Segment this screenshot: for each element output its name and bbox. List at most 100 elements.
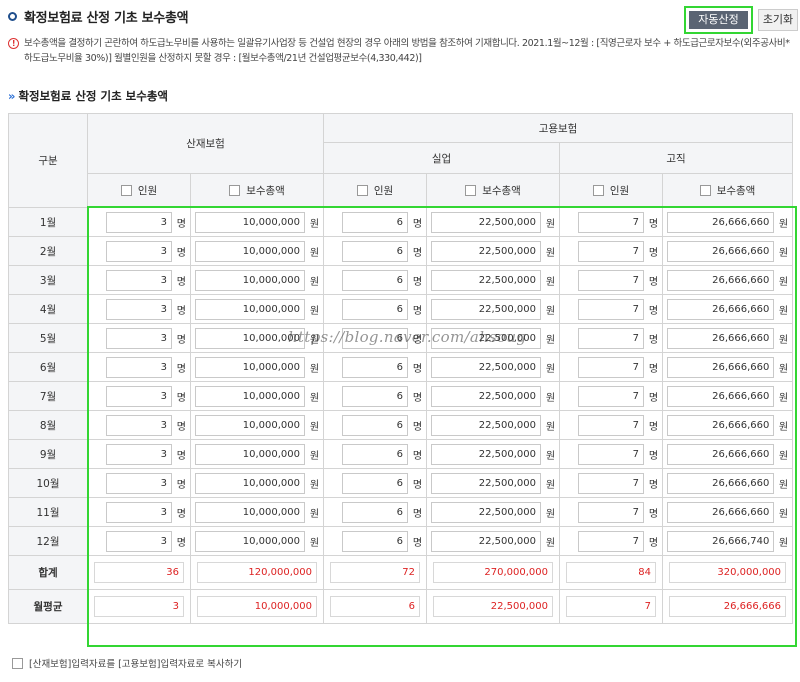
count-input[interactable]: 7 xyxy=(578,269,645,291)
count-input[interactable]: 6 xyxy=(342,211,409,233)
count-input[interactable]: 3 xyxy=(106,356,172,378)
count-input[interactable]: 3 xyxy=(106,211,172,233)
amount-input[interactable]: 22,500,000 xyxy=(431,298,542,320)
checkbox[interactable] xyxy=(229,185,241,196)
amount-input[interactable]: 22,500,000 xyxy=(431,240,542,262)
amount-input[interactable]: 26,666,660 xyxy=(667,472,775,494)
amount-input[interactable]: 10,000,000 xyxy=(195,385,306,407)
total-value: 320,000,000 xyxy=(669,562,787,583)
amount-input[interactable]: 10,000,000 xyxy=(195,327,306,349)
amount-input[interactable]: 10,000,000 xyxy=(195,530,306,552)
average-value: 3 xyxy=(94,596,184,617)
amount-input[interactable]: 22,500,000 xyxy=(431,472,542,494)
unit-label: 명 xyxy=(412,305,423,317)
warning-icon: ! xyxy=(8,38,19,49)
count-input[interactable]: 3 xyxy=(106,501,172,523)
count-input[interactable]: 3 xyxy=(106,443,172,465)
count-input[interactable]: 7 xyxy=(578,501,645,523)
amount-input[interactable]: 26,666,660 xyxy=(667,298,775,320)
checkbox[interactable] xyxy=(699,185,711,196)
count-input[interactable]: 6 xyxy=(342,269,409,291)
header-sj-cnt-checkbox[interactable]: 인원 xyxy=(87,173,191,208)
amount-input[interactable]: 26,666,660 xyxy=(667,414,775,436)
header-gj-cnt-checkbox[interactable]: 인원 xyxy=(559,173,664,208)
count-input[interactable]: 6 xyxy=(342,298,409,320)
amount-input[interactable]: 22,500,000 xyxy=(431,211,542,233)
amount-input[interactable]: 26,666,660 xyxy=(667,443,775,465)
count-input[interactable]: 6 xyxy=(342,356,409,378)
amount-input[interactable]: 22,500,000 xyxy=(431,356,542,378)
count-input[interactable]: 7 xyxy=(578,327,645,349)
count-input[interactable]: 6 xyxy=(342,501,409,523)
amount-input[interactable]: 10,000,000 xyxy=(195,298,306,320)
count-input[interactable]: 6 xyxy=(342,414,409,436)
copy-checkbox[interactable] xyxy=(12,658,23,669)
checkbox[interactable] xyxy=(592,185,604,196)
amount-input[interactable]: 10,000,000 xyxy=(195,414,306,436)
count-input[interactable]: 3 xyxy=(106,472,172,494)
count-input[interactable]: 3 xyxy=(106,530,172,552)
checkbox-label: 보수총액 xyxy=(716,185,756,197)
amount-input[interactable]: 22,500,000 xyxy=(431,414,542,436)
amount-input[interactable]: 26,666,740 xyxy=(667,530,775,552)
amount-input[interactable]: 22,500,000 xyxy=(431,385,542,407)
count-input[interactable]: 3 xyxy=(106,240,172,262)
amount-input[interactable]: 26,666,660 xyxy=(667,327,775,349)
count-input[interactable]: 7 xyxy=(578,530,645,552)
header-su-amt-checkbox[interactable]: 보수총액 xyxy=(426,173,561,208)
amount-input[interactable]: 22,500,000 xyxy=(431,269,542,291)
count-input[interactable]: 7 xyxy=(578,211,645,233)
count-input[interactable]: 7 xyxy=(578,298,645,320)
amount-input[interactable]: 10,000,000 xyxy=(195,472,306,494)
amount-input[interactable]: 22,500,000 xyxy=(431,530,542,552)
header-gj-amt-checkbox[interactable]: 보수총액 xyxy=(662,173,794,208)
count-input[interactable]: 6 xyxy=(342,385,409,407)
count-input[interactable]: 7 xyxy=(578,385,645,407)
checkbox[interactable] xyxy=(120,185,132,196)
header-goyong: 고용보험 xyxy=(323,113,794,143)
unit-label: 원 xyxy=(545,247,556,259)
count-input[interactable]: 3 xyxy=(106,269,172,291)
count-input[interactable]: 7 xyxy=(578,414,645,436)
amount-input[interactable]: 26,666,660 xyxy=(667,501,775,523)
count-input[interactable]: 7 xyxy=(578,443,645,465)
reset-button[interactable]: 초기화 xyxy=(758,9,798,31)
count-input[interactable]: 6 xyxy=(342,443,409,465)
count-input[interactable]: 6 xyxy=(342,240,409,262)
amount-input[interactable]: 22,500,000 xyxy=(431,443,542,465)
amount-input[interactable]: 10,000,000 xyxy=(195,501,306,523)
amount-input[interactable]: 26,666,660 xyxy=(667,356,775,378)
amount-input[interactable]: 22,500,000 xyxy=(431,501,542,523)
amount-input[interactable]: 10,000,000 xyxy=(195,269,306,291)
count-input[interactable]: 7 xyxy=(578,240,645,262)
amount-input[interactable]: 10,000,000 xyxy=(195,443,306,465)
amount-input[interactable]: 10,000,000 xyxy=(195,211,306,233)
header-sj-amt-checkbox[interactable]: 보수총액 xyxy=(189,173,325,208)
count-input[interactable]: 6 xyxy=(342,327,409,349)
auto-calculate-button[interactable]: 자동산정 xyxy=(684,6,753,34)
month-label: 4월 xyxy=(8,294,88,324)
count-input[interactable]: 3 xyxy=(106,385,172,407)
amount-input[interactable]: 26,666,660 xyxy=(667,385,775,407)
table-row: 3월 3 명 10,000,000 원 6 명 22,500,000 원 7 명 26,666,660… xyxy=(8,265,794,295)
checkbox[interactable] xyxy=(465,185,477,196)
amount-input[interactable]: 26,666,660 xyxy=(667,240,775,262)
amount-input[interactable]: 26,666,660 xyxy=(667,211,775,233)
table-cell: 6명 xyxy=(323,410,428,440)
count-input[interactable]: 3 xyxy=(106,298,172,320)
amount-input[interactable]: 22,500,000 xyxy=(431,327,542,349)
checkbox[interactable] xyxy=(356,185,368,196)
count-input[interactable]: 7 xyxy=(578,472,645,494)
table-cell: 7명 xyxy=(559,352,664,382)
unit-label: 원 xyxy=(778,421,789,433)
count-input[interactable]: 6 xyxy=(342,472,409,494)
amount-input[interactable]: 10,000,000 xyxy=(195,356,306,378)
copy-option[interactable]: [산재보험]입력자료를 [고용보험]입력자료로 복사하기 xyxy=(12,656,242,670)
amount-input[interactable]: 26,666,660 xyxy=(667,269,775,291)
count-input[interactable]: 6 xyxy=(342,530,409,552)
count-input[interactable]: 7 xyxy=(578,356,645,378)
count-input[interactable]: 3 xyxy=(106,414,172,436)
count-input[interactable]: 3 xyxy=(106,327,172,349)
amount-input[interactable]: 10,000,000 xyxy=(195,240,306,262)
header-su-cnt-checkbox[interactable]: 인원 xyxy=(323,173,428,208)
